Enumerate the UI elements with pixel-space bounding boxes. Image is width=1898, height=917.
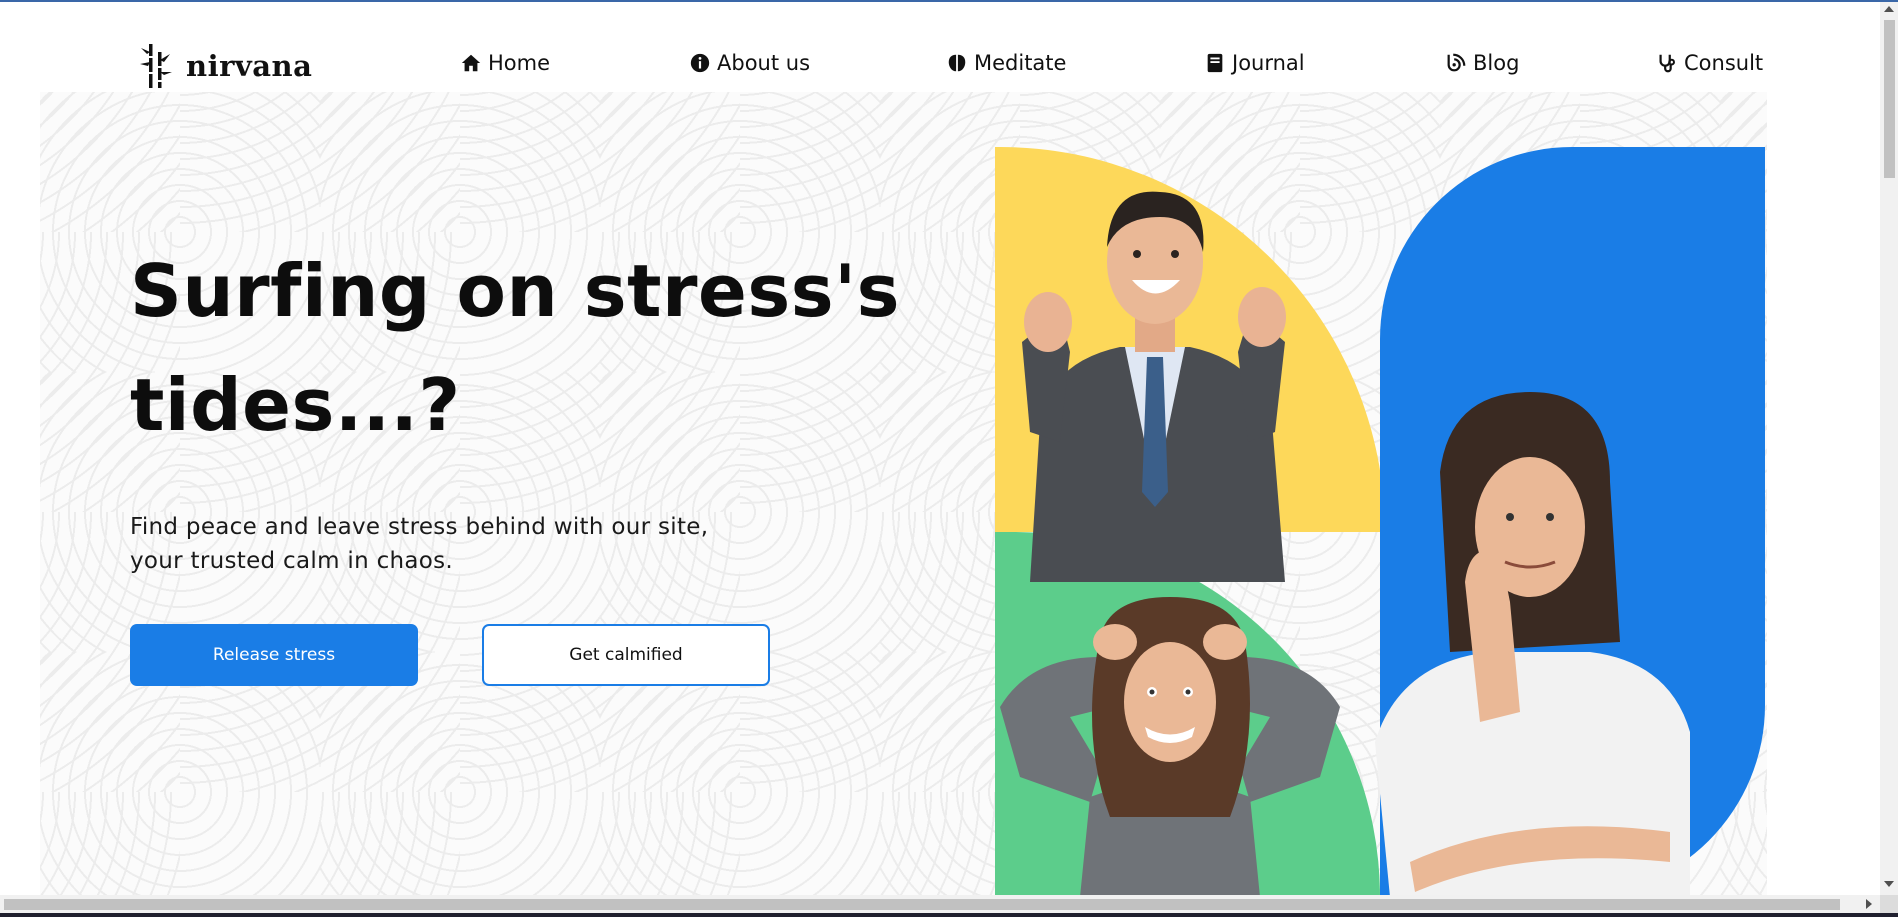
- scroll-up-arrow-icon[interactable]: [1884, 6, 1894, 12]
- taskbar-edge: [0, 913, 1898, 917]
- nav-blog[interactable]: Blog: [1445, 48, 1519, 78]
- nav-home[interactable]: Home: [460, 48, 550, 78]
- hero-headline-line2: tides...?: [130, 363, 461, 447]
- book-icon: [1207, 53, 1223, 73]
- home-icon: [461, 54, 481, 72]
- release-stress-button[interactable]: Release stress: [130, 624, 418, 686]
- nav-meditate[interactable]: Meditate: [946, 48, 1066, 78]
- hero-subtext: Find peace and leave stress behind with …: [130, 510, 770, 578]
- brand-logo[interactable]: nirvana: [138, 42, 312, 90]
- hero-collage: [950, 147, 1770, 895]
- scrollbar-corner: [1880, 895, 1898, 913]
- horizontal-scroll-thumb[interactable]: [4, 899, 1840, 910]
- nav-about[interactable]: About us: [689, 48, 810, 78]
- nav-meditate-label: Meditate: [974, 51, 1067, 75]
- vertical-scrollbar[interactable]: [1880, 2, 1898, 895]
- nav-consult-label: Consult: [1684, 51, 1764, 75]
- nav-blog-label: Blog: [1473, 51, 1520, 75]
- page: nirvana Home About us Meditate Journal B…: [0, 2, 1880, 895]
- hero-headline: Surfing on stress's tides...?: [130, 234, 950, 462]
- brain-icon: [948, 54, 966, 72]
- get-calmified-button[interactable]: Get calmified: [482, 624, 770, 686]
- horizontal-scrollbar[interactable]: [0, 895, 1880, 913]
- celebrating-man-image: [1022, 191, 1286, 582]
- scroll-down-arrow-icon[interactable]: [1884, 881, 1894, 887]
- nav-journal-label: Journal: [1232, 51, 1305, 75]
- hero-subtext-line1: Find peace and leave stress behind with …: [130, 514, 709, 540]
- anxious-woman-image: [1375, 392, 1690, 895]
- scroll-right-arrow-icon[interactable]: [1866, 899, 1872, 909]
- nav-about-label: About us: [717, 51, 811, 75]
- nav-consult[interactable]: Consult: [1656, 48, 1763, 78]
- info-circle-icon: [690, 53, 710, 73]
- hero-headline-line1: Surfing on stress's: [130, 249, 900, 333]
- site-header: nirvana Home About us Meditate Journal B…: [0, 2, 1880, 92]
- nav-home-label: Home: [488, 51, 551, 75]
- stethoscope-icon: [1659, 54, 1675, 73]
- bamboo-icon: [140, 44, 172, 88]
- nav-journal[interactable]: Journal: [1204, 48, 1305, 78]
- vertical-scroll-thumb[interactable]: [1884, 20, 1895, 178]
- blog-icon: [1447, 53, 1466, 72]
- brand-name: nirvana: [186, 49, 313, 83]
- stressed-woman-image: [1000, 597, 1340, 895]
- hero-subtext-line2: your trusted calm in chaos.: [130, 548, 454, 574]
